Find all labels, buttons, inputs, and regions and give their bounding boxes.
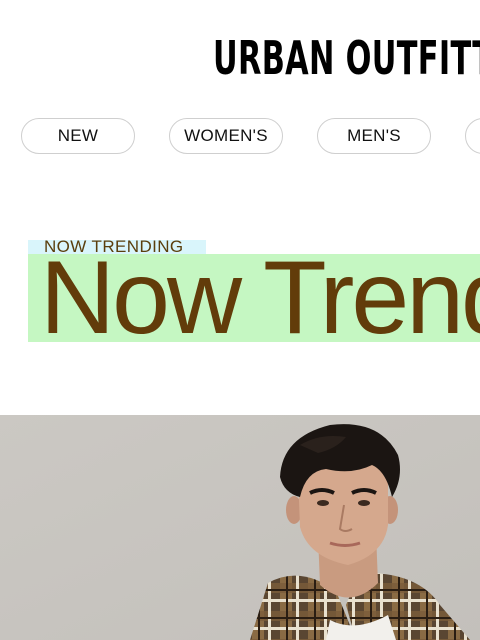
hero-image[interactable] bbox=[0, 415, 480, 640]
category-nav: NEW WOMEN'S MEN'S bbox=[0, 118, 480, 156]
nav-pill-mens[interactable]: MEN'S bbox=[317, 118, 431, 154]
page: URBAN OUTFITTERS NEW WOMEN'S MEN'S NOW T… bbox=[0, 0, 480, 640]
model-photo bbox=[0, 415, 480, 640]
nav-pill-new[interactable]: NEW bbox=[21, 118, 135, 154]
nav-pill-next[interactable] bbox=[465, 118, 480, 154]
nav-pill-womens[interactable]: WOMEN'S bbox=[169, 118, 283, 154]
logo[interactable]: URBAN OUTFITTERS bbox=[213, 30, 480, 86]
hero-headline: Now Trending bbox=[40, 240, 480, 356]
